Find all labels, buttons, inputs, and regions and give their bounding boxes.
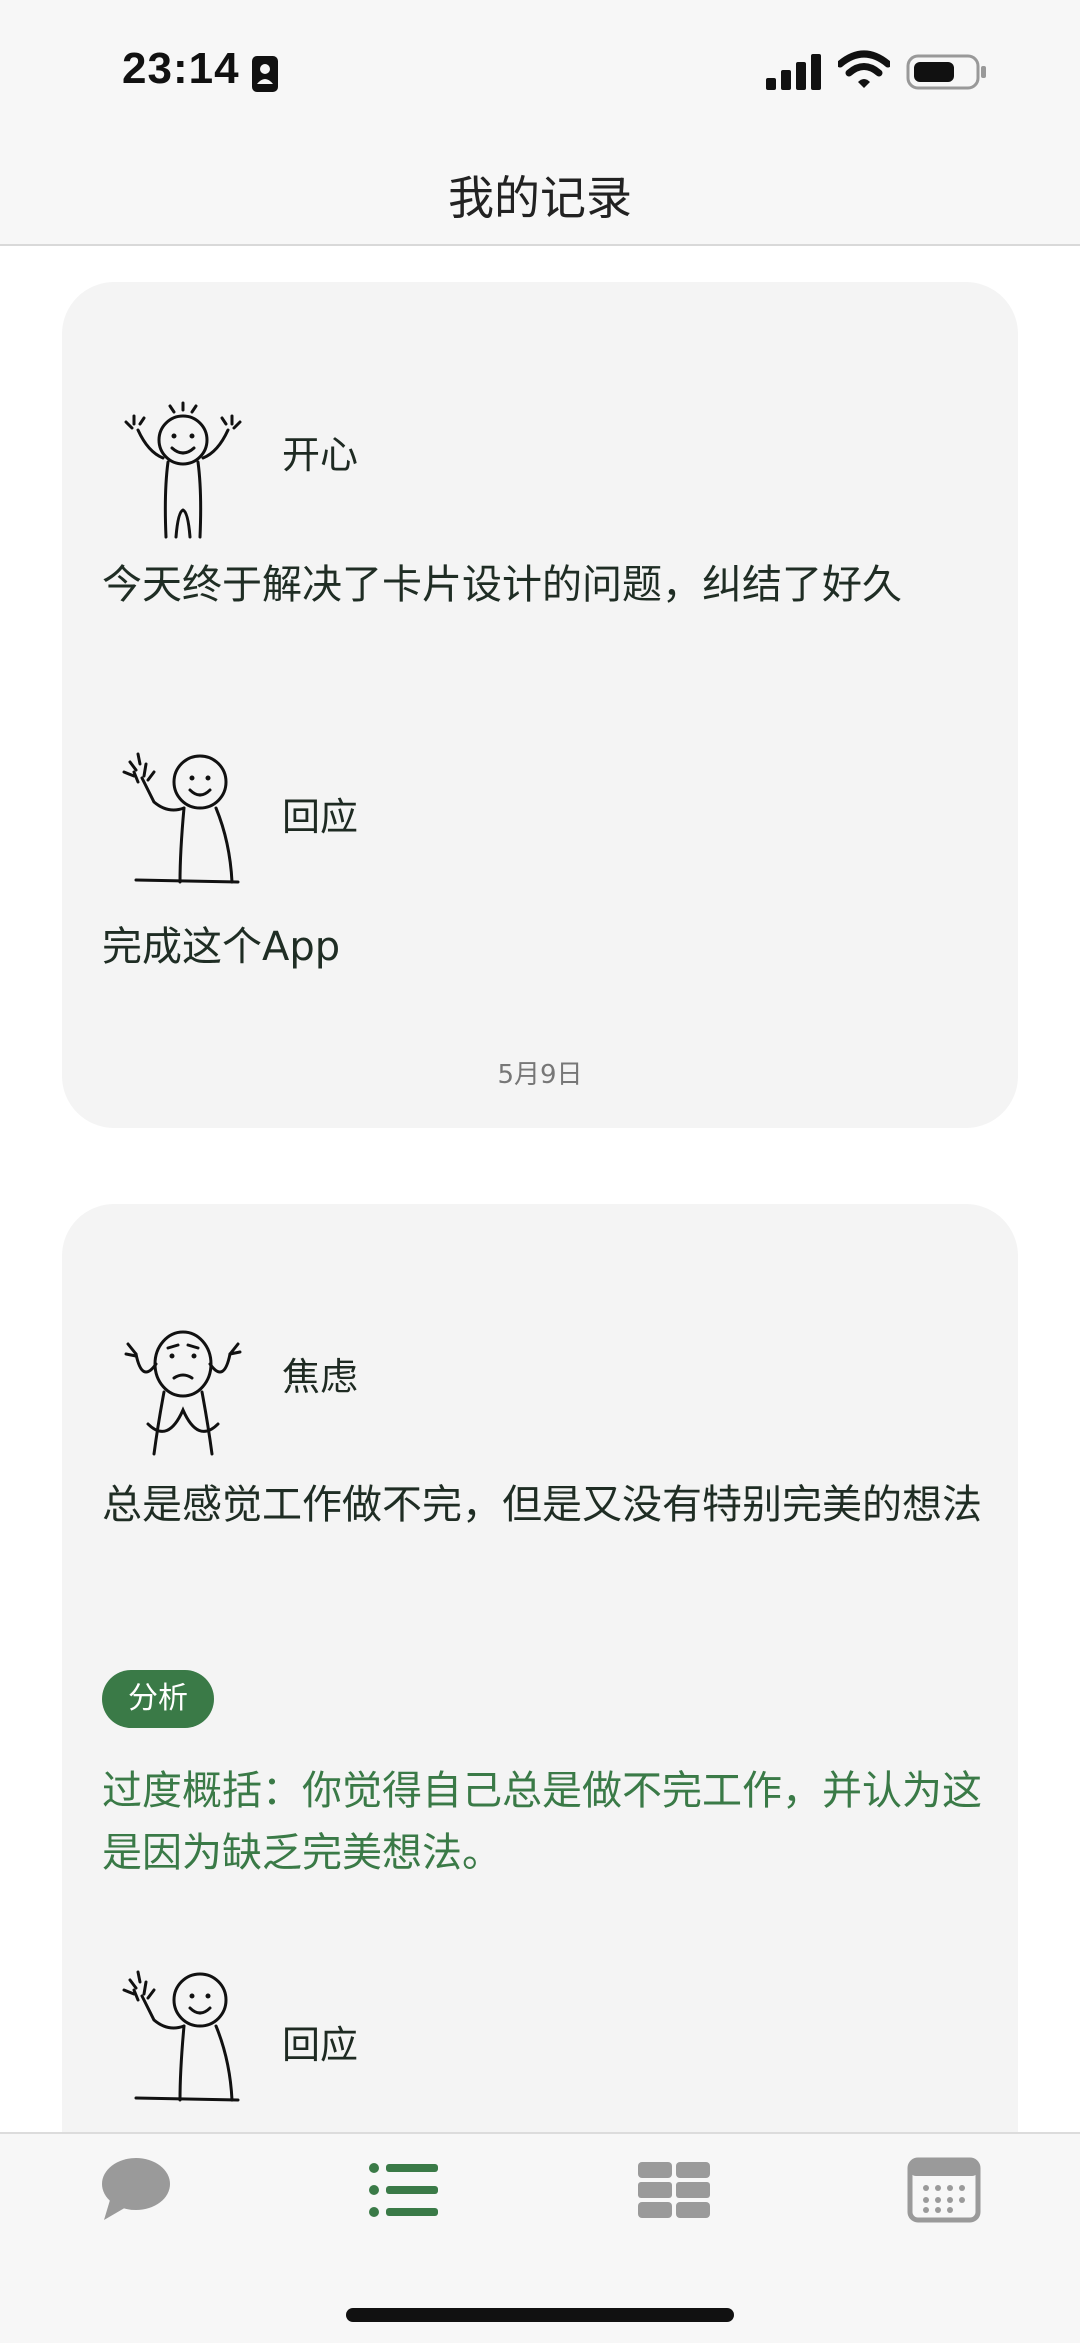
status-bar: 23:14 <box>0 0 1080 150</box>
battery-icon <box>906 54 986 90</box>
signal-icon <box>766 54 821 90</box>
response-text: 完成这个App <box>102 924 341 970</box>
record-text: 今天终于解决了卡片设计的问题，纠结了好久 <box>102 562 902 608</box>
response-label: 回应 <box>282 795 359 839</box>
mood-label: 焦虑 <box>282 1355 359 1399</box>
analysis-tag[interactable]: 分析 <box>102 1670 214 1728</box>
calendar-icon[interactable] <box>904 2154 984 2226</box>
mood-label: 开心 <box>282 433 359 477</box>
home-indicator[interactable] <box>346 2308 734 2322</box>
grid-icon[interactable] <box>634 2154 714 2226</box>
page-title: 我的记录 <box>448 171 632 225</box>
record-text: 总是感觉工作做不完，但是又没有特别完美的想法 <box>102 1482 982 1528</box>
response-figure-icon <box>122 1970 240 2102</box>
response-label: 回应 <box>282 2023 359 2067</box>
list-icon[interactable] <box>364 2154 444 2226</box>
record-date: 5月9日 <box>497 1060 583 1090</box>
chat-icon[interactable] <box>96 2154 176 2226</box>
wifi-icon <box>838 50 890 88</box>
anxious-figure-icon <box>124 1330 242 1456</box>
status-time: 23:14 <box>122 44 240 93</box>
contact-card-icon <box>252 56 278 92</box>
analysis-text: 过度概括：你觉得自己总是做不完工作，并认为这是因为缺乏完美想法。 <box>102 1768 982 1876</box>
happy-figure-icon <box>124 401 242 539</box>
record-card[interactable]: 开心 今天终于解决了卡片设计的问题，纠结了好久 回应 完成这个App 5月9日 <box>62 282 1018 1128</box>
record-card[interactable]: 焦虑 总是感觉工作做不完，但是又没有特别完美的想法 分析 过度概括：你觉得自己总… <box>62 1204 1018 2204</box>
navigation-bar: 我的记录 <box>0 150 1080 246</box>
response-figure-icon <box>122 752 240 884</box>
